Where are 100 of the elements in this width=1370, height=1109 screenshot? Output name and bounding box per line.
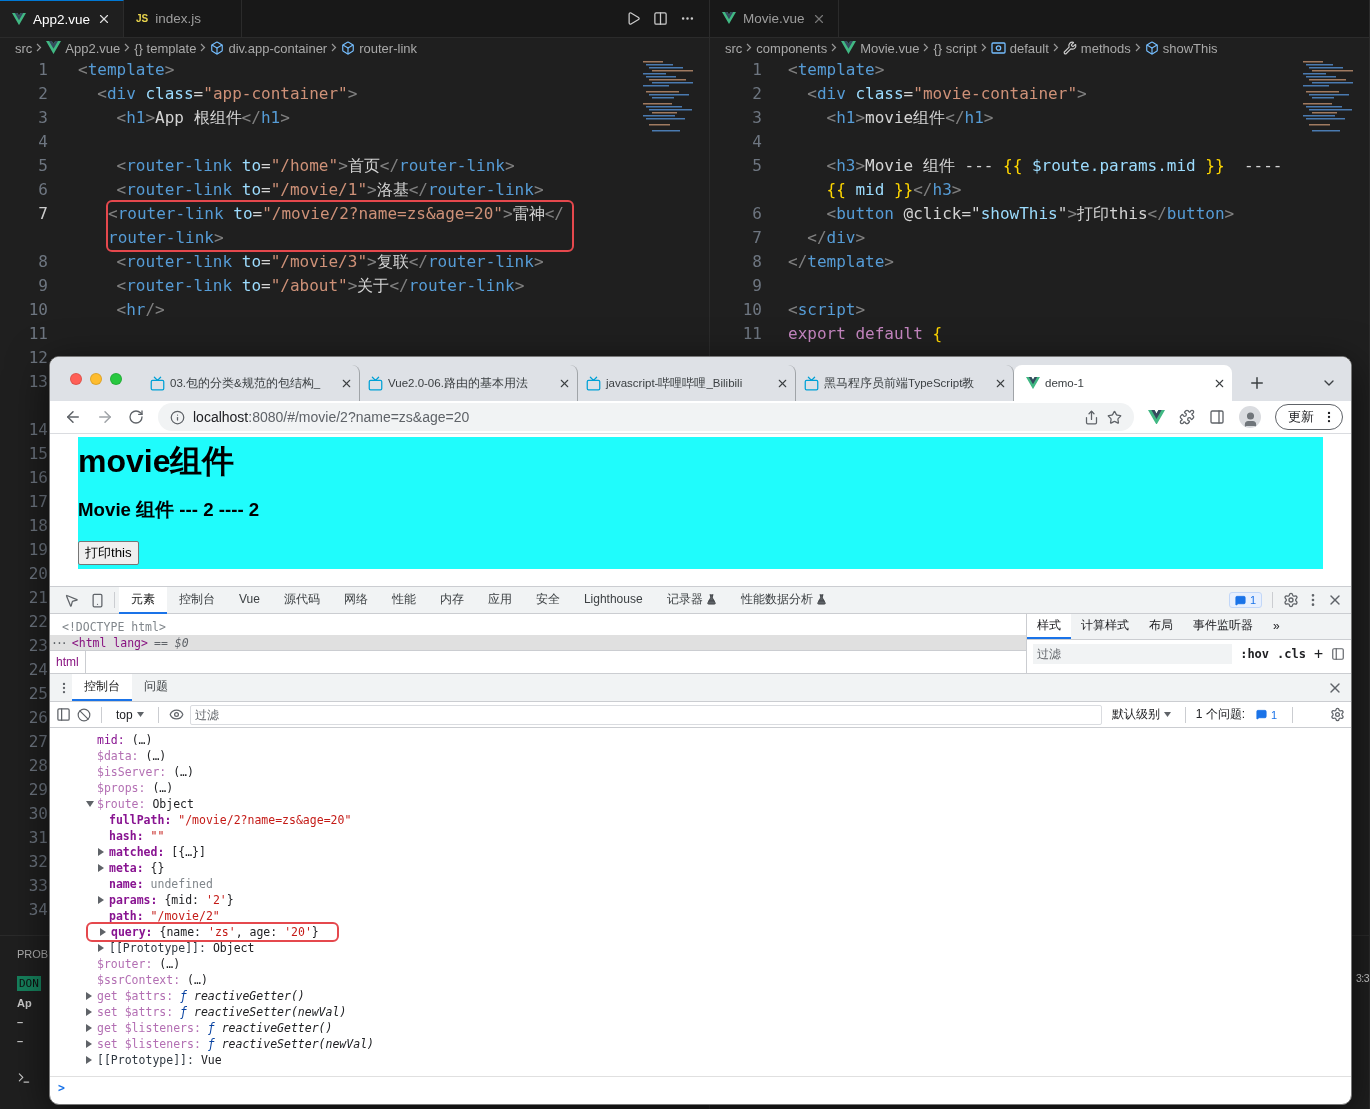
log-level-selector[interactable]: 默认级别: [1107, 706, 1175, 723]
browser-tab[interactable]: Vue2.0-06.路由的基本用法: [360, 365, 578, 401]
reload-icon[interactable]: [128, 409, 144, 425]
panel-tab[interactable]: 性能数据分析: [728, 586, 839, 614]
bookmark-icon[interactable]: [1107, 409, 1122, 425]
line-number: 31: [27, 827, 48, 849]
dom-breadcrumb[interactable]: html: [50, 651, 86, 673]
url-text: localhost:8080/#/movie/2?name=zs&age=20: [193, 409, 471, 425]
panel-tab[interactable]: 记录器: [654, 586, 729, 614]
collapse-arrow-icon[interactable]: [86, 801, 94, 807]
issues-label[interactable]: 1 个问题:: [1195, 706, 1246, 723]
status-badge: DON: [17, 976, 41, 991]
live-expression-icon[interactable]: [168, 707, 184, 722]
tab-title: javascript-哔哩哔哩_Bilibili: [606, 375, 744, 391]
console-sidebar-icon[interactable]: [56, 707, 71, 722]
new-tab-icon[interactable]: [1248, 374, 1266, 392]
address-bar[interactable]: localhost:8080/#/movie/2?name=zs&age=20: [158, 403, 1134, 431]
print-button[interactable]: 打印this: [78, 541, 139, 565]
property-line: hash: "": [109, 829, 165, 843]
property-line: set $attrs: ƒ reactiveSetter(newVal): [97, 1005, 347, 1019]
panel-text: –: [17, 1035, 24, 1048]
hov-button[interactable]: :hov: [1240, 647, 1270, 661]
new-rule-button[interactable]: +: [1313, 645, 1323, 663]
panel-tab[interactable]: Vue: [227, 586, 272, 614]
property-line: $data: (…): [97, 749, 167, 763]
update-button[interactable]: 更新: [1275, 404, 1343, 430]
styles-tab[interactable]: 布局: [1139, 614, 1183, 639]
vue-icon: [1026, 376, 1040, 390]
share-icon[interactable]: [1084, 409, 1099, 425]
browser-tab[interactable]: 03.包的分类&规范的包结构_: [142, 365, 360, 401]
breadcrumb-item[interactable]: {} template: [134, 40, 197, 56]
tab-label: App2.vue: [33, 11, 91, 27]
split-editor-icon[interactable]: [653, 11, 668, 26]
more-tabs-button[interactable]: »: [1263, 614, 1290, 639]
console-filter-field[interactable]: 过滤: [189, 704, 1102, 725]
breadcrumb-item[interactable]: Movie.vue: [860, 40, 920, 56]
breadcrumb-item[interactable]: router-link: [359, 40, 417, 56]
breadcrumb-item[interactable]: methods: [1080, 40, 1131, 56]
breadcrumb-item[interactable]: src: [15, 40, 33, 56]
panel-tab[interactable]: 安全: [523, 586, 572, 614]
drawer-tab[interactable]: 问题: [132, 674, 180, 701]
styles-tab[interactable]: 计算样式: [1071, 614, 1139, 639]
browser-tab[interactable]: javascript-哔哩哔哩_Bilibili: [578, 365, 796, 401]
device-toolbar-icon[interactable]: [89, 592, 105, 608]
clear-console-icon[interactable]: [77, 707, 91, 722]
code-line: </template>: [788, 251, 894, 273]
drawer-tab[interactable]: 控制台: [72, 674, 132, 701]
console-prompt[interactable]: >: [58, 1081, 65, 1095]
close-window-button[interactable]: [70, 373, 82, 385]
extensions-icon[interactable]: [1179, 409, 1195, 425]
settings-icon[interactable]: [1283, 592, 1299, 608]
styles-filter-field[interactable]: 过滤: [1033, 644, 1233, 664]
vue-icon: [841, 41, 857, 55]
panel-tab[interactable]: 控制台: [167, 586, 227, 614]
breadcrumb-item[interactable]: default: [1009, 40, 1049, 56]
panel-tab[interactable]: 源代码: [271, 586, 332, 614]
expand-arrow-icon[interactable]: [98, 896, 104, 904]
console-settings-icon[interactable]: [1330, 707, 1345, 722]
run-icon[interactable]: [626, 11, 641, 26]
panel-tab[interactable]: 应用: [475, 586, 524, 614]
line-number: 3: [751, 107, 762, 129]
editor-tab[interactable]: App2.vue: [0, 0, 125, 37]
panel-tab[interactable]: 元素: [119, 586, 167, 614]
context-selector[interactable]: top: [112, 707, 148, 722]
issues-badge[interactable]: 1: [1251, 707, 1283, 722]
code-line: <button @click="showThis">打印this</button>: [825, 203, 1235, 225]
breadcrumb-item[interactable]: src: [725, 40, 743, 56]
breadcrumb-item[interactable]: components: [756, 40, 828, 56]
line-number: 25: [27, 683, 48, 705]
line-number: 6: [37, 179, 48, 201]
cls-button[interactable]: .cls: [1277, 647, 1306, 661]
line-number: 29: [27, 779, 48, 801]
styles-tab[interactable]: 样式: [1027, 614, 1071, 639]
breadcrumb-item[interactable]: {} script: [933, 40, 977, 56]
vue-icon: [46, 41, 62, 55]
breadcrumb-item[interactable]: showThis: [1162, 40, 1218, 56]
chevron-icon: [331, 43, 338, 52]
info-icon[interactable]: [170, 409, 185, 425]
js-file-icon: JS: [136, 13, 149, 24]
back-icon[interactable]: [64, 408, 82, 426]
code-line: router-link>: [108, 227, 225, 249]
styles-tab[interactable]: 事件监听器: [1183, 614, 1263, 639]
panel-tab[interactable]: Lighthouse: [571, 586, 655, 614]
breadcrumb-item[interactable]: App2.vue: [65, 40, 121, 56]
profile-avatar[interactable]: [1239, 406, 1261, 428]
panel-tab[interactable]: 性能: [379, 586, 428, 614]
terminal-icon[interactable]: [17, 1071, 31, 1085]
inspect-icon[interactable]: [63, 592, 79, 608]
code-line: export default {: [788, 323, 943, 345]
sidebar-toggle-icon[interactable]: [1331, 647, 1345, 661]
dom-node[interactable]: <!DOCTYPE html>: [50, 618, 1026, 635]
panel-tab[interactable]: 网络: [331, 586, 380, 614]
side-panel-icon[interactable]: [1209, 409, 1225, 425]
panel-tab[interactable]: PROB: [17, 948, 49, 960]
dom-node[interactable]: ··· <html lang> == $0: [50, 634, 1026, 651]
panel-tab[interactable]: 内存: [427, 586, 476, 614]
browser-tab[interactable]: demo-1: [1014, 365, 1232, 401]
code-line: <script>: [788, 299, 866, 321]
issues-badge[interactable]: 1: [1228, 592, 1262, 608]
breadcrumb-item[interactable]: div.app-container: [228, 40, 328, 56]
